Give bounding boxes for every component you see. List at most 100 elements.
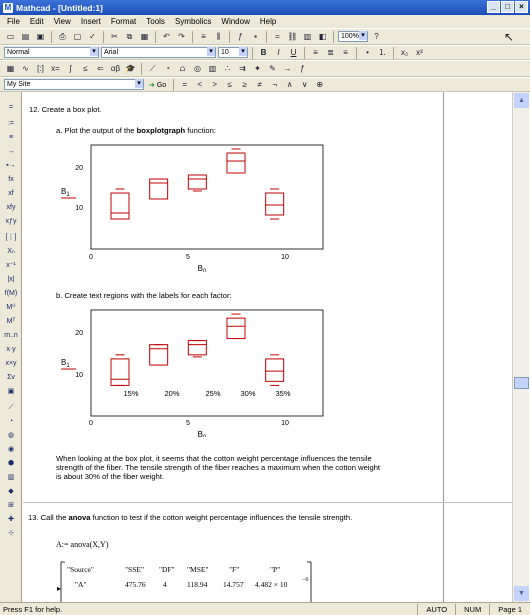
calculus-toolbar-icon[interactable]: ∫: [64, 63, 77, 75]
copy-icon[interactable]: ⧉: [123, 31, 136, 43]
open-icon[interactable]: ▤: [19, 31, 32, 43]
keyword-eval-icon[interactable]: ▪→: [3, 160, 19, 171]
greater-than-icon[interactable]: >: [208, 79, 221, 91]
scroll-thumb[interactable]: [514, 377, 529, 389]
transpose-icon[interactable]: Mᵀ: [3, 316, 19, 327]
scroll-down-icon[interactable]: ▼: [514, 586, 529, 601]
site-select[interactable]: My Site: [4, 79, 144, 90]
boolean-toolbar-icon[interactable]: ≤: [79, 63, 92, 75]
surface-plot-icon[interactable]: ⩍: [176, 63, 189, 75]
underline-icon[interactable]: U: [287, 47, 300, 59]
resource-center-icon[interactable]: ◧: [316, 31, 329, 43]
plot-wizard-icon[interactable]: ✦: [251, 63, 264, 75]
determinant-icon[interactable]: |x|: [3, 274, 19, 285]
global-definition-icon[interactable]: ≡: [3, 132, 19, 143]
align-left-icon[interactable]: ≡: [309, 47, 322, 59]
picture-icon[interactable]: ▣: [3, 386, 19, 397]
equal-op-icon[interactable]: =: [178, 79, 191, 91]
less-equal-icon[interactable]: ≤: [223, 79, 236, 91]
annotation-icon[interactable]: ✎: [266, 63, 279, 75]
align-across-icon[interactable]: ≡: [197, 31, 210, 43]
menu-insert[interactable]: Insert: [76, 17, 106, 26]
font-select[interactable]: Arial: [101, 47, 216, 58]
surface-graph-icon[interactable]: ◍: [3, 430, 19, 441]
trace-graph-icon[interactable]: ⊹: [3, 528, 19, 539]
3d-bar-icon[interactable]: ▥: [3, 472, 19, 483]
align-center-icon[interactable]: ≣: [324, 47, 337, 59]
paste-icon[interactable]: ▦: [138, 31, 151, 43]
3d-plot-wizard-icon[interactable]: ⊞: [3, 500, 19, 511]
align-right-icon[interactable]: ≡: [339, 47, 352, 59]
less-than-icon[interactable]: <: [193, 79, 206, 91]
numbering-icon[interactable]: ⒈: [376, 47, 389, 59]
matrix-toolbar-icon[interactable]: [:]: [34, 63, 47, 75]
align-down-icon[interactable]: ⫼: [212, 31, 225, 43]
font-size-select[interactable]: 10: [218, 47, 248, 58]
menu-format[interactable]: Format: [106, 17, 141, 26]
xy-graph-icon[interactable]: ⟋: [3, 402, 19, 413]
not-equal-icon[interactable]: ≠: [253, 79, 266, 91]
evaluation-toolbar-icon[interactable]: x=: [49, 63, 62, 75]
print-preview-icon[interactable]: ▢: [71, 31, 84, 43]
and-icon[interactable]: ∧: [283, 79, 296, 91]
vector-field-plot-icon[interactable]: ◆: [3, 486, 19, 497]
range-icon[interactable]: m..n: [3, 330, 19, 341]
graph-toolbar-icon[interactable]: ∿: [19, 63, 32, 75]
help-icon[interactable]: ?: [370, 31, 383, 43]
postfix-icon[interactable]: xf: [3, 188, 19, 199]
modifier-icon[interactable]: ƒ: [296, 63, 309, 75]
cross-product-icon[interactable]: x×y: [3, 358, 19, 369]
not-icon[interactable]: ¬: [268, 79, 281, 91]
superscript-icon[interactable]: x²: [413, 47, 426, 59]
calculate-icon[interactable]: =: [271, 31, 284, 43]
insert-function-icon[interactable]: ƒ: [234, 31, 247, 43]
subscript-index-icon[interactable]: Xₙ: [3, 246, 19, 257]
boxplot-graph-2[interactable]: B1 15% 20% 25% 30% 35% 20 10 0 5 10 B0: [61, 307, 336, 437]
treefix-icon[interactable]: xƒy: [3, 216, 19, 227]
menu-view[interactable]: View: [49, 17, 76, 26]
style-select[interactable]: Normal: [4, 47, 99, 58]
scatter-plot-icon[interactable]: ∴: [221, 63, 234, 75]
matrix-icon[interactable]: [⋮]: [3, 232, 19, 243]
contour-graph-icon[interactable]: ◉: [3, 444, 19, 455]
print-icon[interactable]: ⎙: [56, 31, 69, 43]
definition-icon[interactable]: :=: [3, 118, 19, 129]
menu-help[interactable]: Help: [255, 17, 281, 26]
new-icon[interactable]: ▭: [4, 31, 17, 43]
insert-unit-icon[interactable]: ▪: [249, 31, 262, 43]
close-button[interactable]: ×: [515, 1, 528, 13]
maximize-button[interactable]: □: [501, 1, 514, 13]
zoom-graph-icon[interactable]: ✚: [3, 514, 19, 525]
subscript-icon[interactable]: x₂: [398, 47, 411, 59]
symbolic-keyword-icon[interactable]: →: [281, 63, 294, 75]
sum-icon[interactable]: Σv: [3, 372, 19, 383]
zoom-select[interactable]: 100%: [338, 31, 368, 42]
infix-icon[interactable]: xfy: [3, 202, 19, 213]
menu-tools[interactable]: Tools: [141, 17, 170, 26]
bold-icon[interactable]: B: [257, 47, 270, 59]
anova-result-matrix[interactable]: ▸ "Source" "SSE" "DF" "MSE" "F" "P" "A" …: [57, 560, 317, 602]
prefix-icon[interactable]: fx: [3, 174, 19, 185]
xy-plot-icon[interactable]: ⟋: [146, 63, 159, 75]
spell-check-icon[interactable]: ✓: [86, 31, 99, 43]
greek-toolbar-icon[interactable]: αβ: [109, 63, 122, 75]
worksheet[interactable]: 12. Create a box plot. a. Plot the outpu…: [23, 92, 512, 602]
column-icon[interactable]: M⁽⁾: [3, 302, 19, 313]
vectorize-icon[interactable]: f(M): [3, 288, 19, 299]
insert-component-icon[interactable]: ▥: [301, 31, 314, 43]
greater-equal-icon[interactable]: ≥: [238, 79, 251, 91]
3d-scatter-icon[interactable]: ⬢: [3, 458, 19, 469]
dot-product-icon[interactable]: x·y: [3, 344, 19, 355]
xor-icon[interactable]: ⊕: [313, 79, 326, 91]
bullets-icon[interactable]: •: [361, 47, 374, 59]
equals-icon[interactable]: =: [3, 102, 19, 113]
menu-edit[interactable]: Edit: [25, 17, 49, 26]
insert-hyperlink-icon[interactable]: ⛓: [286, 31, 299, 43]
polar-graph-icon[interactable]: ◔: [3, 416, 19, 427]
minimize-button[interactable]: _: [487, 1, 500, 13]
menu-symbolics[interactable]: Symbolics: [170, 17, 216, 26]
inverse-icon[interactable]: x⁻¹: [3, 260, 19, 271]
anova-definition[interactable]: A:= anova(X,Y): [56, 540, 109, 549]
symbolic-toolbar-icon[interactable]: 🎓: [124, 63, 137, 75]
go-button[interactable]: ➜ Go: [146, 81, 169, 89]
